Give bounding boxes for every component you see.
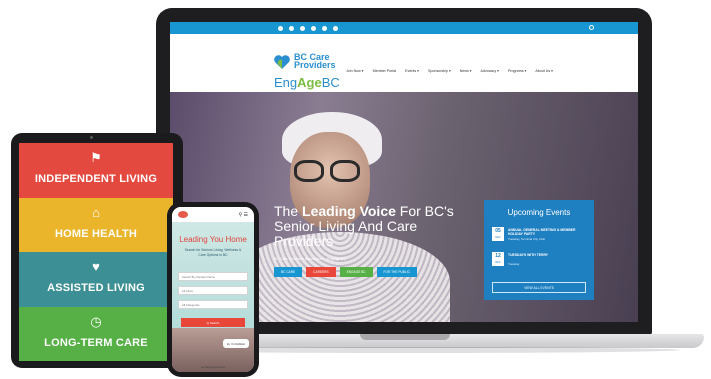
house-heart-icon: ⌂ <box>92 204 100 220</box>
careers-button[interactable]: CAREERS <box>306 267 336 277</box>
operator-search-input[interactable]: Search By Operator Name <box>178 272 248 281</box>
event-date: 05 DEC <box>492 227 504 241</box>
chat-bubble[interactable]: Hi, I'm Robbie! <box>223 339 249 348</box>
search-button[interactable]: Q Search <box>181 318 245 327</box>
phone-hero: Leading You Home Search for Seniors Livi… <box>172 222 254 328</box>
nav-member-portal[interactable]: Member Portal <box>373 69 397 73</box>
category-select[interactable]: All Categories <box>178 300 248 309</box>
home-health-panel[interactable]: ⌂ HOME HEALTH <box>19 197 173 252</box>
phone-screen: ⚲ ☰ Leading You Home Search for Seniors … <box>172 207 254 372</box>
event-item[interactable]: 12 DEC TUESDAYS WITH TERRY Tuesday <box>492 252 588 270</box>
glasses-lens <box>330 160 360 182</box>
bc-care-button[interactable]: BC CARE <box>274 267 303 277</box>
panel-label: HOME HEALTH <box>54 227 138 240</box>
event-subtitle: Tuesday, Terminal City Club <box>508 237 546 241</box>
nav-advocacy[interactable]: Advocacy ▾ <box>481 69 499 73</box>
hero-buttons: BC CARE CAREERS ENGAGE BC FOR THE PUBLIC <box>274 267 417 277</box>
glasses-icon <box>294 160 324 182</box>
upcoming-events-panel: Upcoming Events 05 DEC ANNUAL GENERAL MEE… <box>484 200 594 300</box>
nav-about-us[interactable]: About Us ▾ <box>535 69 553 73</box>
nav-join-now[interactable]: Join Now ▾ <box>346 69 364 73</box>
rss-icon[interactable] <box>333 25 338 31</box>
nav-sponsorship[interactable]: Sponsorship ▾ <box>428 69 451 73</box>
facebook-icon[interactable] <box>278 25 283 31</box>
phone-description: Search for Seniors Living, Wellness & Ca… <box>184 248 242 257</box>
event-title: TUESDAYS WITH TERRY <box>508 253 549 257</box>
instagram-icon[interactable] <box>289 25 294 31</box>
social-links <box>278 25 338 31</box>
laptop-notch <box>360 334 450 340</box>
phone-header: ⚲ ☰ <box>172 207 254 222</box>
engagebc-logo[interactable]: EngAgeBC <box>274 75 340 90</box>
phone-title: Leading You Home <box>179 235 247 244</box>
event-subtitle: Tuesday <box>508 262 520 266</box>
for-the-public-button[interactable]: FOR THE PUBLIC <box>376 267 417 277</box>
events-title: Upcoming Events <box>507 208 571 217</box>
twitter-icon[interactable] <box>300 25 305 31</box>
assisted-living-panel[interactable]: ♥ ASSISTED LIVING <box>19 252 173 307</box>
hero-subtitle: BC Care Providers Association – EngAge B… <box>274 257 346 261</box>
panel-label: LONG-TERM CARE <box>44 336 148 349</box>
hands-heart-icon: ♥ <box>92 259 100 274</box>
site-header: BC Care Providers EngAgeBC Join Now ▾ Me… <box>170 34 638 92</box>
search-icon[interactable] <box>589 25 594 30</box>
clock-icon: ◷ <box>90 313 102 329</box>
phone-logo[interactable] <box>178 211 188 218</box>
independent-living-panel[interactable]: ⚑ INDEPENDENT LIVING <box>19 143 173 198</box>
engage-bc-button[interactable]: ENGAGE BC <box>339 267 373 277</box>
event-item[interactable]: 05 DEC ANNUAL GENERAL MEETING & MEMBER HO… <box>492 227 588 245</box>
heart-logo-icon <box>274 55 290 69</box>
panel-label: ASSISTED LIVING <box>47 282 145 294</box>
tablet-screen: ⚑ INDEPENDENT LIVING ⌂ HOME HEALTH ♥ ASS… <box>19 143 173 361</box>
linkedin-icon[interactable] <box>322 25 327 31</box>
tablet-camera <box>90 136 93 139</box>
phone-header-icons[interactable]: ⚲ ☰ <box>238 212 248 218</box>
person-flag-icon: ⚑ <box>90 150 102 165</box>
phone-url: ▲ leadingyouhome <box>200 365 226 369</box>
event-title: ANNUAL GENERAL MEETING & MEMBER HOLIDAY … <box>508 228 576 236</box>
city-select[interactable]: All Cities <box>178 286 248 295</box>
nav-news[interactable]: News ▾ <box>460 69 472 73</box>
logo-text[interactable]: BC Care Providers <box>294 53 336 70</box>
top-bar <box>170 22 638 34</box>
long-term-care-panel[interactable]: ◷ LONG-TERM CARE <box>19 306 173 361</box>
youtube-icon[interactable] <box>311 25 316 31</box>
panel-label: INDEPENDENT LIVING <box>34 173 158 185</box>
event-date: 12 DEC <box>492 252 504 266</box>
nav-events[interactable]: Events ▾ <box>405 69 419 73</box>
main-nav: Join Now ▾ Member Portal Events ▾ Sponso… <box>346 69 553 73</box>
view-all-events-button[interactable]: VIEW ALL EVENTS <box>492 282 586 293</box>
nav-programs[interactable]: Programs ▾ <box>508 69 526 73</box>
hero-title: The Leading Voice For BC's Senior Living… <box>274 203 454 249</box>
